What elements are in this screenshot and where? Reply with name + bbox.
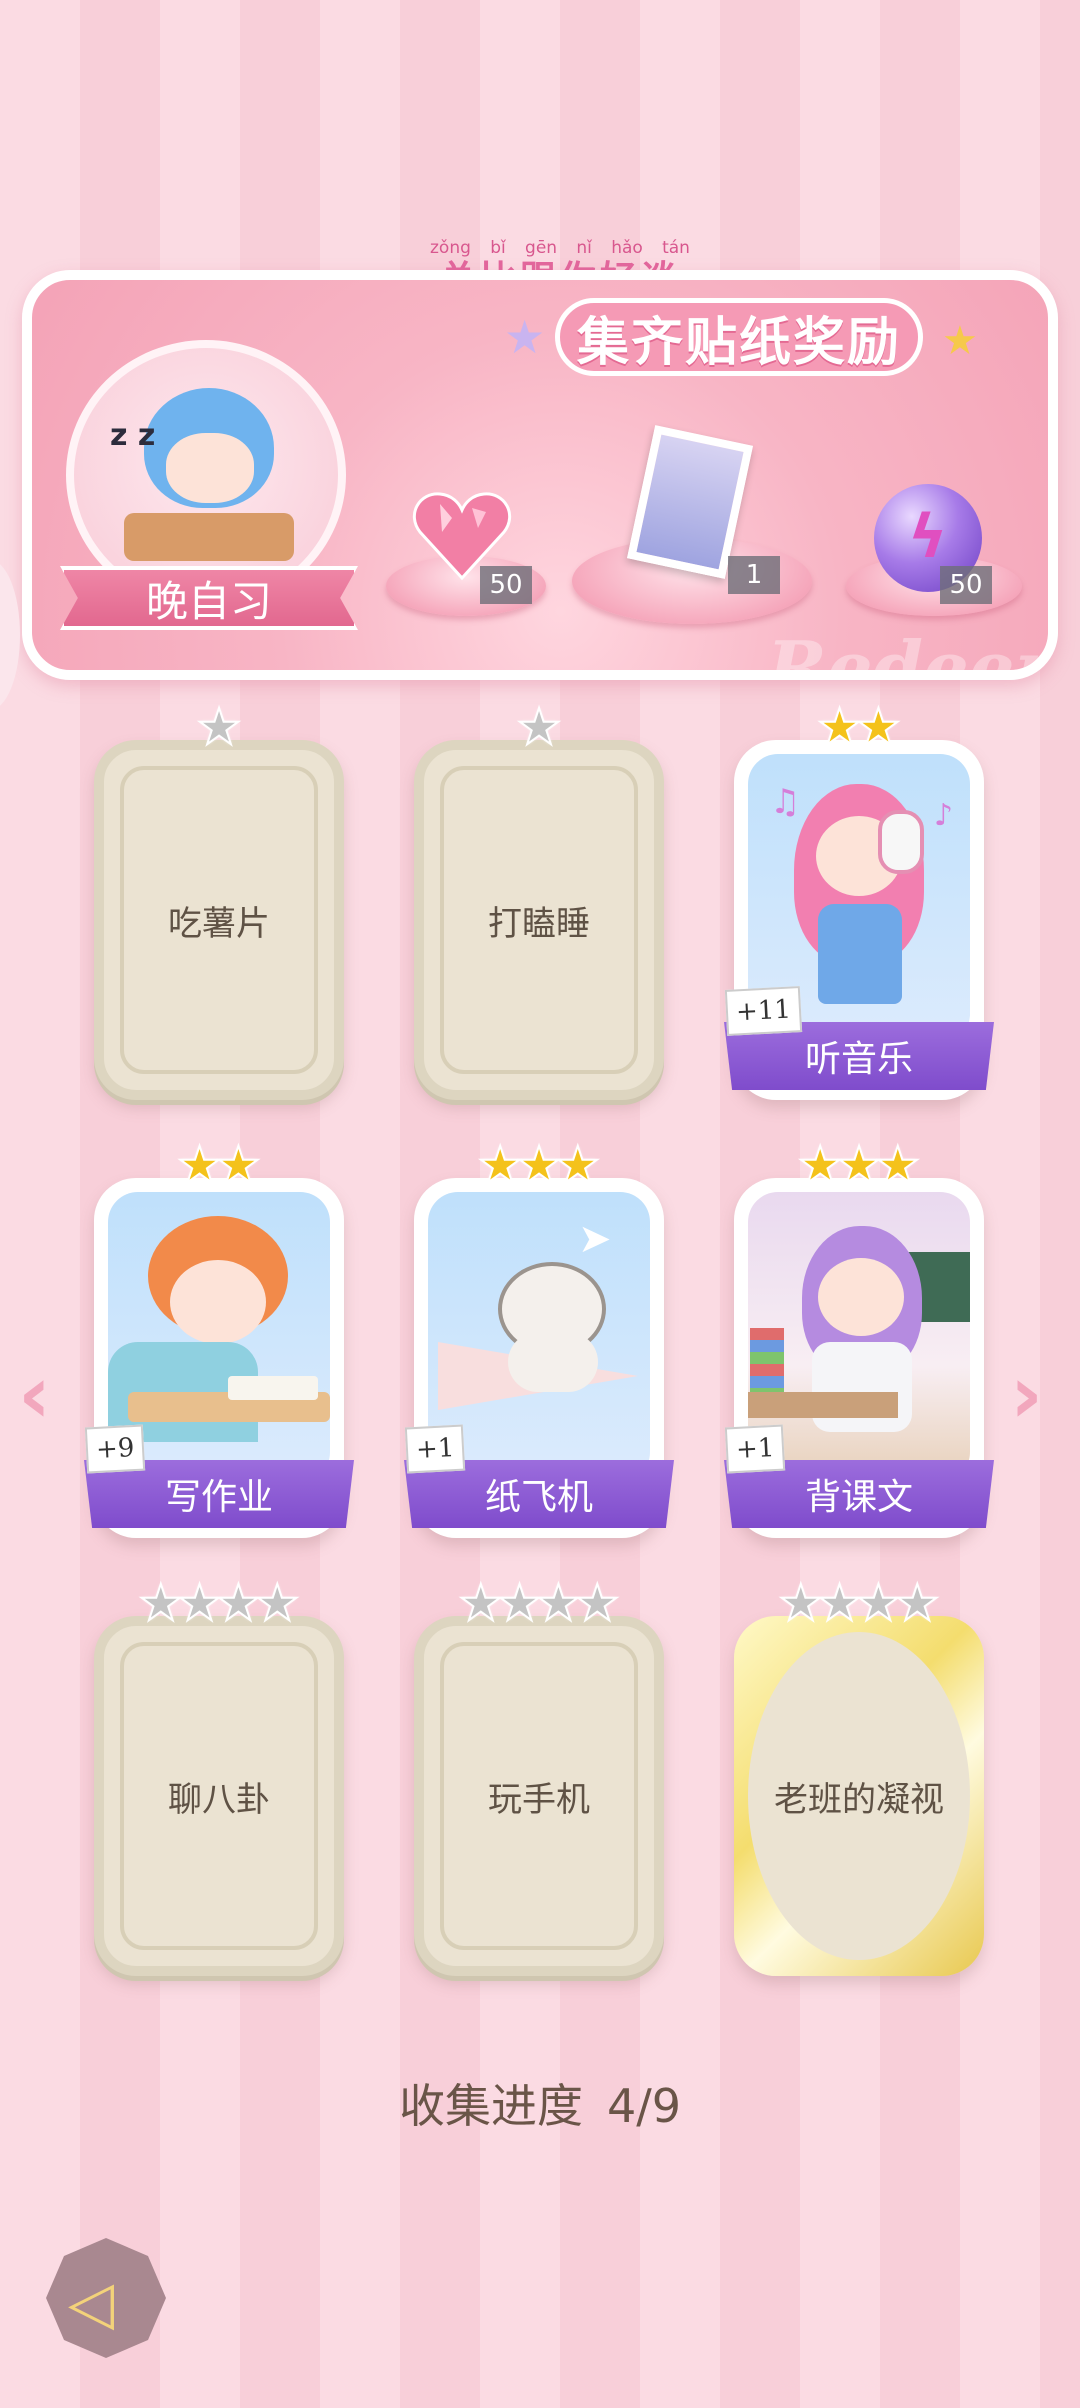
star-icon: ★ xyxy=(516,698,563,756)
cat-body xyxy=(508,1332,598,1392)
music-note-icon: ♪ xyxy=(934,798,954,833)
book-icon xyxy=(124,513,294,561)
sticker-card[interactable]: 吃薯片 ★ xyxy=(94,701,344,1100)
zzz-icon: z z xyxy=(110,418,156,453)
card-stars: ★ ★ ★ xyxy=(734,1136,984,1194)
star-icon: ★ xyxy=(215,1136,262,1194)
back-button[interactable]: ◁ xyxy=(46,2238,166,2358)
progress-label: 收集进度 xyxy=(398,2079,583,2133)
star-icon: ★ xyxy=(504,310,546,364)
card-stars: ★ ★ xyxy=(734,698,984,756)
progress-value: 4/9 xyxy=(606,2079,682,2133)
theme-label: 晚自习 xyxy=(60,566,358,630)
duplicate-count-badge: +11 xyxy=(724,986,803,1036)
card-stars: ★ xyxy=(94,698,344,756)
card-name: 聊八卦 xyxy=(168,1779,270,1820)
banner-title: 集齐贴纸奖励 xyxy=(555,298,923,376)
notebook-icon xyxy=(228,1376,318,1400)
headphones-icon xyxy=(878,810,924,874)
lightning-icon: ϟ xyxy=(908,502,948,572)
star-icon: ★ xyxy=(874,1136,921,1194)
card-name: 吃薯片 xyxy=(168,903,270,944)
card-stars: ★ ★ ★ xyxy=(414,1136,664,1194)
side-decoration xyxy=(0,560,20,710)
star-icon: ★ xyxy=(574,1574,621,1632)
reward-count: 50 xyxy=(940,566,992,604)
girl-outfit xyxy=(818,904,902,1004)
sticker-card[interactable]: 打瞌睡 ★ xyxy=(414,701,664,1100)
star-icon: ★ xyxy=(196,698,243,756)
card-stars: ★ ★ ★ ★ xyxy=(94,1574,344,1632)
reward-count: 1 xyxy=(728,556,780,594)
card-stars: ★ ★ ★ ★ xyxy=(414,1574,664,1632)
duplicate-count-badge: +1 xyxy=(724,1424,786,1474)
sticker-card[interactable]: ➤ 纸飞机 +1 ★ ★ ★ xyxy=(404,1139,674,1538)
card-name: 玩手机 xyxy=(488,1779,590,1820)
duplicate-count-badge: +9 xyxy=(84,1424,146,1474)
duplicate-count-badge: +1 xyxy=(404,1424,466,1474)
sticker-card[interactable]: 玩手机 ★ ★ ★ ★ xyxy=(414,1577,664,1976)
school-uniform xyxy=(812,1342,912,1432)
card-name: 老班的凝视 xyxy=(774,1779,944,1820)
card-name: 打瞌睡 xyxy=(488,903,590,944)
books-icon xyxy=(750,1328,784,1392)
star-icon: ★ xyxy=(894,1574,941,1632)
sticker-card[interactable]: ♫ ♪ 听音乐 +11 ★ ★ xyxy=(724,701,994,1100)
star-icon: ★ xyxy=(254,1574,301,1632)
back-arrow-icon: ◁ xyxy=(68,2268,115,2338)
star-icon: ★ xyxy=(855,698,902,756)
card-stars: ★ xyxy=(414,698,664,756)
sticker-card[interactable]: 老班的凝视 ★ ★ ★ ★ xyxy=(734,1577,984,1976)
card-stars: ★ ★ xyxy=(94,1136,344,1194)
boy-face xyxy=(170,1260,266,1344)
sticker-card[interactable]: 聊八卦 ★ ★ ★ ★ xyxy=(94,1577,344,1976)
desk xyxy=(748,1392,898,1418)
sticker-card[interactable]: 写作业 +9 ★ ★ xyxy=(84,1139,354,1538)
star-icon: ★ xyxy=(554,1136,601,1194)
next-page-arrow-icon[interactable]: › xyxy=(1010,1348,1043,1441)
paper-plane-icon: ➤ xyxy=(578,1216,612,1262)
music-note-icon: ♫ xyxy=(770,782,801,822)
card-stars: ★ ★ ★ ★ xyxy=(734,1574,984,1632)
reward-count: 50 xyxy=(480,566,532,604)
star-icon: ★ xyxy=(942,318,978,364)
redeem-watermark: Redeem xyxy=(767,625,1048,680)
sleeping-boy-face xyxy=(166,433,254,503)
prev-page-arrow-icon[interactable]: ‹ xyxy=(18,1348,51,1441)
sticker-card[interactable]: 背课文 +1 ★ ★ ★ xyxy=(724,1139,994,1538)
girl-face xyxy=(818,1258,904,1336)
collection-progress: 收集进度 4/9 xyxy=(0,2070,1080,2136)
